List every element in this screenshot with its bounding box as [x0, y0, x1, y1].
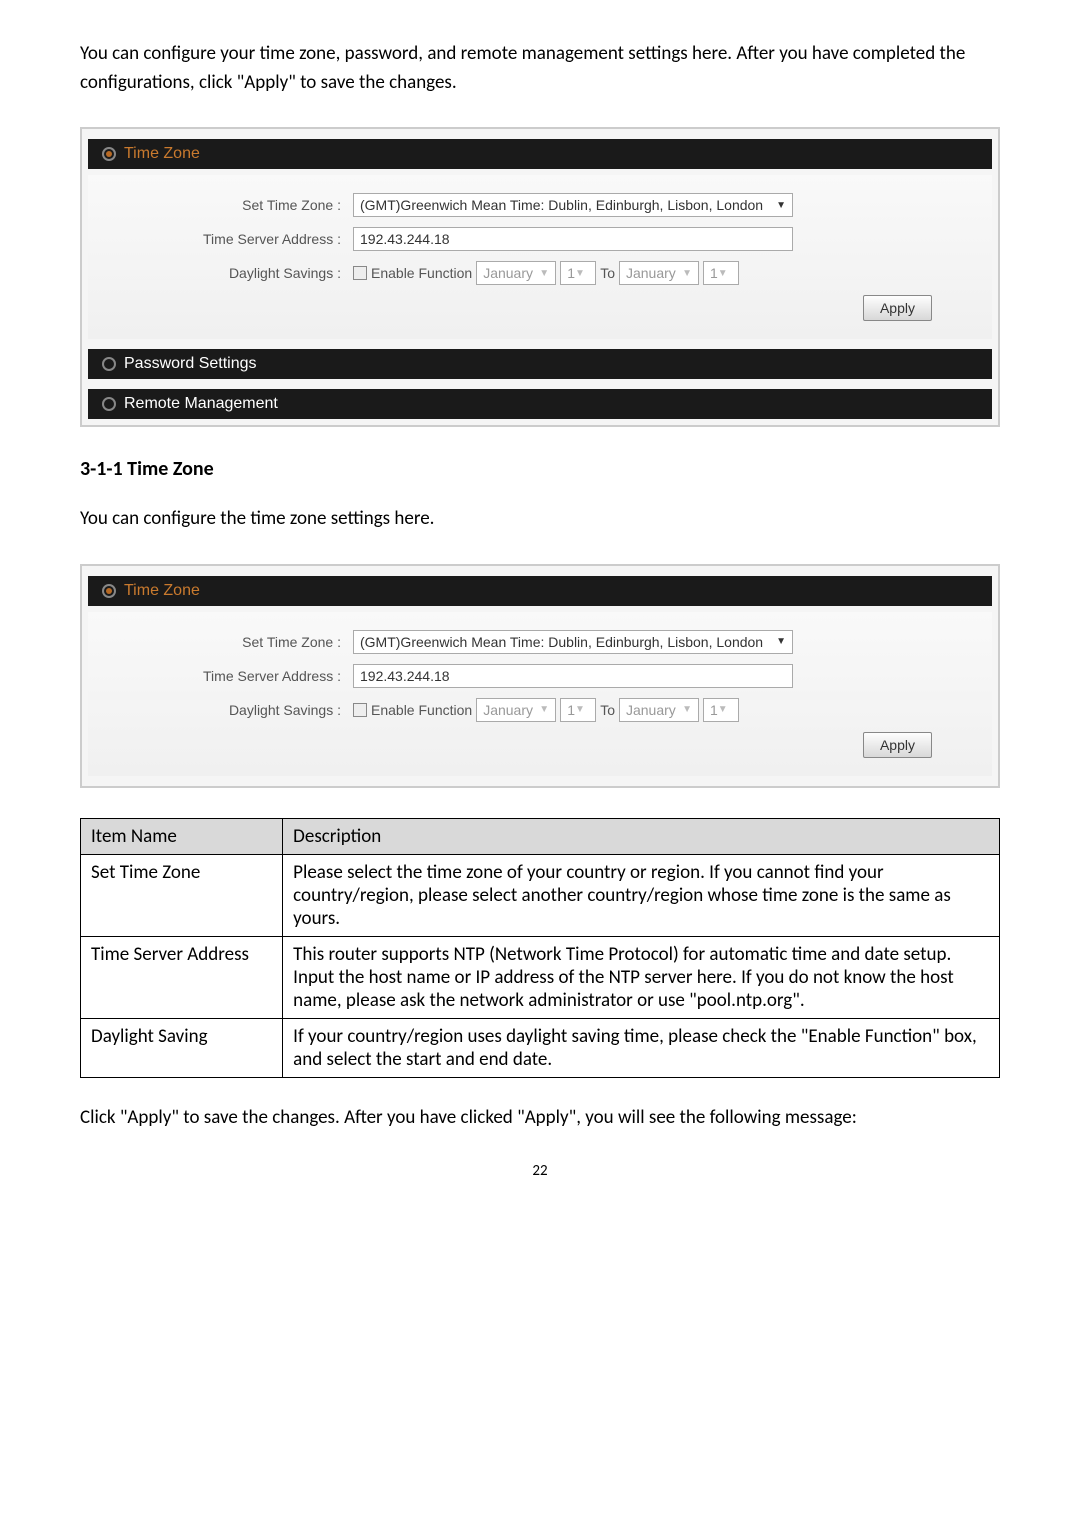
description-table: Item Name Description Set Time Zone Plea… — [80, 818, 1000, 1078]
select-value: January — [483, 265, 533, 281]
chevron-down-icon: ▼ — [539, 704, 549, 715]
select-value: January — [626, 702, 676, 718]
enable-function-label: Enable Function — [371, 265, 472, 281]
to-label: To — [600, 702, 615, 718]
table-header-row: Item Name Description — [81, 818, 1000, 854]
table-row: Set Time Zone Please select the time zon… — [81, 854, 1000, 936]
accordion-timezone-2[interactable]: Time Zone — [88, 576, 992, 606]
select-value: (GMT)Greenwich Mean Time: Dublin, Edinbu… — [360, 197, 763, 213]
set-time-zone-select[interactable]: (GMT)Greenwich Mean Time: Dublin, Edinbu… — [353, 630, 793, 654]
to-label: To — [600, 265, 615, 281]
outro-paragraph: Click "Apply" to save the changes. After… — [80, 1104, 1000, 1133]
td-item: Set Time Zone — [81, 854, 283, 936]
chevron-down-icon: ▼ — [575, 704, 585, 715]
td-desc: This router supports NTP (Network Time P… — [283, 936, 1000, 1018]
page-number: 22 — [80, 1162, 1000, 1180]
select-value: January — [626, 265, 676, 281]
accordion-timezone[interactable]: Time Zone — [88, 139, 992, 169]
chevron-down-icon: ▼ — [718, 268, 728, 279]
input-value: 192.43.244.18 — [360, 231, 450, 247]
accordion-title: Remote Management — [124, 395, 278, 413]
num-value: 1 — [567, 265, 575, 281]
chevron-down-icon: ▼ — [682, 268, 692, 279]
time-server-input[interactable]: 192.43.244.18 — [353, 664, 793, 688]
apply-button[interactable]: Apply — [863, 295, 932, 321]
radio-icon — [102, 357, 116, 371]
daylight-from-month[interactable]: January ▼ — [476, 698, 556, 722]
radio-icon — [102, 397, 116, 411]
td-desc: Please select the time zone of your coun… — [283, 854, 1000, 936]
daylight-from-day[interactable]: 1 ▼ — [560, 261, 596, 285]
timezone-form: Set Time Zone : (GMT)Greenwich Mean Time… — [88, 175, 992, 339]
time-server-label: Time Server Address : — [108, 668, 353, 684]
daylight-checkbox[interactable] — [353, 266, 367, 280]
radio-icon — [102, 584, 116, 598]
chevron-down-icon: ▼ — [575, 268, 585, 279]
timezone-form-2: Set Time Zone : (GMT)Greenwich Mean Time… — [88, 612, 992, 776]
radio-icon — [102, 147, 116, 161]
chevron-down-icon: ▼ — [776, 200, 786, 211]
daylight-label: Daylight Savings : — [108, 702, 353, 718]
chevron-down-icon: ▼ — [718, 704, 728, 715]
section-intro: You can configure the time zone settings… — [80, 505, 1000, 534]
select-value: (GMT)Greenwich Mean Time: Dublin, Edinbu… — [360, 634, 763, 650]
accordion-password[interactable]: Password Settings — [88, 349, 992, 379]
daylight-to-day[interactable]: 1 ▼ — [703, 261, 739, 285]
enable-function-label: Enable Function — [371, 702, 472, 718]
th-description: Description — [283, 818, 1000, 854]
daylight-checkbox[interactable] — [353, 703, 367, 717]
daylight-to-month[interactable]: January ▼ — [619, 261, 699, 285]
intro-paragraph: You can configure your time zone, passwo… — [80, 40, 1000, 97]
time-server-input[interactable]: 192.43.244.18 — [353, 227, 793, 251]
table-row: Daylight Saving If your country/region u… — [81, 1018, 1000, 1077]
chevron-down-icon: ▼ — [539, 268, 549, 279]
accordion-title: Password Settings — [124, 355, 257, 373]
select-value: January — [483, 702, 533, 718]
accordion-title: Time Zone — [124, 145, 200, 163]
num-value: 1 — [710, 702, 718, 718]
table-row: Time Server Address This router supports… — [81, 936, 1000, 1018]
apply-button[interactable]: Apply — [863, 732, 932, 758]
daylight-to-day[interactable]: 1 ▼ — [703, 698, 739, 722]
settings-panel-1: Time Zone Set Time Zone : (GMT)Greenwich… — [80, 127, 1000, 427]
accordion-title: Time Zone — [124, 582, 200, 600]
section-heading: 3-1-1 Time Zone — [80, 457, 1000, 481]
daylight-to-month[interactable]: January ▼ — [619, 698, 699, 722]
chevron-down-icon: ▼ — [682, 704, 692, 715]
time-server-label: Time Server Address : — [108, 231, 353, 247]
input-value: 192.43.244.18 — [360, 668, 450, 684]
accordion-remote[interactable]: Remote Management — [88, 389, 992, 419]
set-time-zone-select[interactable]: (GMT)Greenwich Mean Time: Dublin, Edinbu… — [353, 193, 793, 217]
daylight-from-month[interactable]: January ▼ — [476, 261, 556, 285]
num-value: 1 — [567, 702, 575, 718]
td-desc: If your country/region uses daylight sav… — [283, 1018, 1000, 1077]
chevron-down-icon: ▼ — [776, 636, 786, 647]
daylight-label: Daylight Savings : — [108, 265, 353, 281]
th-item-name: Item Name — [81, 818, 283, 854]
td-item: Time Server Address — [81, 936, 283, 1018]
set-time-zone-label: Set Time Zone : — [108, 197, 353, 213]
num-value: 1 — [710, 265, 718, 281]
set-time-zone-label: Set Time Zone : — [108, 634, 353, 650]
daylight-from-day[interactable]: 1 ▼ — [560, 698, 596, 722]
td-item: Daylight Saving — [81, 1018, 283, 1077]
settings-panel-2: Time Zone Set Time Zone : (GMT)Greenwich… — [80, 564, 1000, 788]
